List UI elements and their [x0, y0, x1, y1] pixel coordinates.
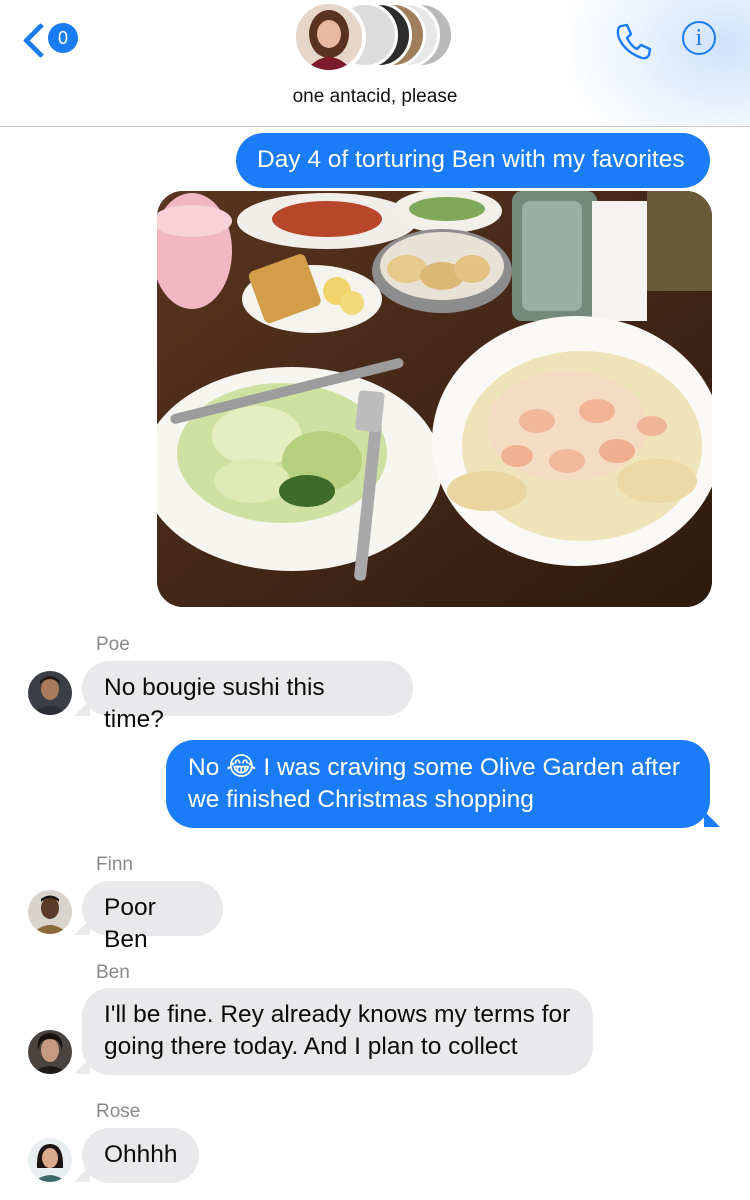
- bubble-tail: [704, 811, 720, 827]
- info-button[interactable]: i: [682, 21, 716, 55]
- conversation-header: 0 one antacid, please i: [0, 0, 750, 127]
- message-text: No bougie sushi this time?: [104, 674, 325, 733]
- message-text: No: [188, 754, 227, 781]
- unread-badge: 0: [48, 23, 78, 53]
- message-bubble-outgoing[interactable]: No 😂 I was craving some Olive Garden aft…: [166, 740, 710, 828]
- food-photo-image: [157, 191, 712, 607]
- message-bubble-incoming[interactable]: Ohhhh: [82, 1128, 199, 1183]
- avatar[interactable]: [28, 1138, 72, 1182]
- message-text: Day 4 of torturing Ben with my favorites: [257, 146, 685, 173]
- avatar[interactable]: [28, 890, 72, 934]
- group-title[interactable]: one antacid, please: [0, 86, 750, 108]
- group-avatar-stack[interactable]: [292, 0, 462, 74]
- laughing-emoji-icon: 😂: [226, 752, 257, 782]
- phone-icon: [616, 23, 652, 60]
- message-bubble-outgoing[interactable]: Day 4 of torturing Ben with my favorites: [236, 133, 710, 188]
- sender-name: Rose: [96, 1101, 141, 1122]
- sender-name: Poe: [96, 634, 130, 655]
- avatar: [292, 0, 366, 74]
- avatar[interactable]: [28, 671, 72, 715]
- message-text: I was craving some Olive Garden after: [256, 754, 681, 781]
- message-text: Poor Ben: [104, 894, 156, 953]
- avatar[interactable]: [28, 1030, 72, 1074]
- message-text: Ohhhh: [104, 1141, 178, 1168]
- sender-name: Ben: [96, 962, 130, 983]
- call-button[interactable]: [612, 20, 654, 62]
- message-text: we finished Christmas shopping: [188, 786, 534, 813]
- message-bubble-incoming[interactable]: Poor Ben: [82, 881, 223, 953]
- info-icon: i: [695, 25, 703, 51]
- message-photo[interactable]: [157, 191, 712, 607]
- message-text: going there today. And I plan to collect: [104, 1033, 518, 1060]
- message-bubble-incoming[interactable]: I'll be fine. Rey already knows my terms…: [82, 988, 593, 1075]
- message-text: I'll be fine. Rey already knows my terms…: [104, 1001, 571, 1028]
- message-bubble-incoming[interactable]: No bougie sushi this time?: [82, 661, 413, 733]
- back-button[interactable]: 0: [22, 18, 82, 62]
- sender-name: Finn: [96, 854, 133, 875]
